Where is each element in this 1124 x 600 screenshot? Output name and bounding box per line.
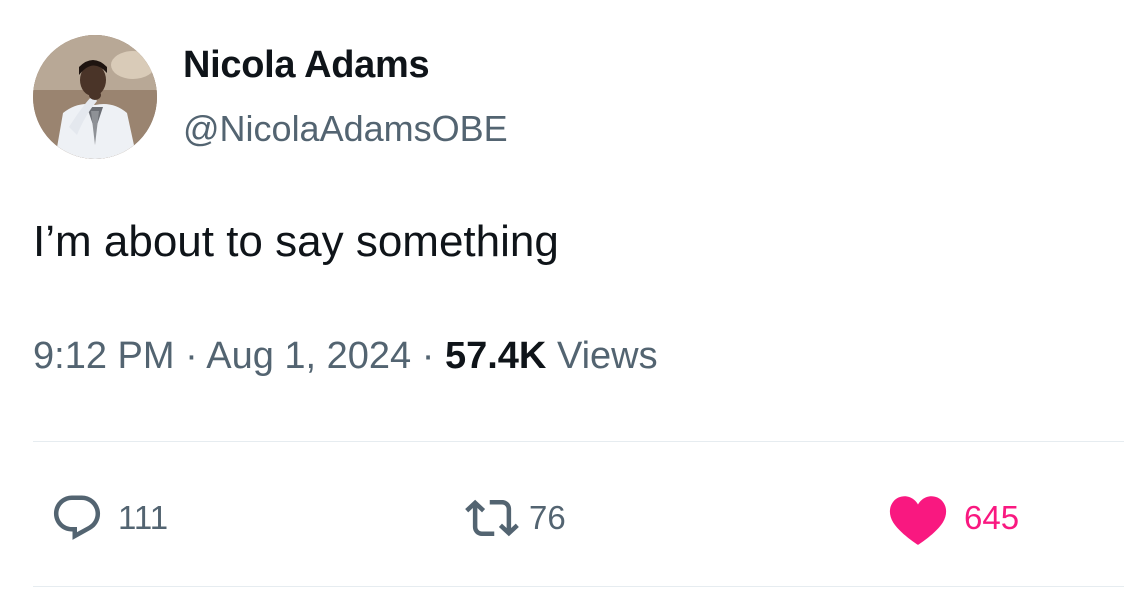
author-display-name[interactable]: Nicola Adams	[183, 44, 430, 87]
author-handle[interactable]: @NicolaAdamsOBE	[183, 108, 508, 150]
avatar-image	[33, 35, 157, 159]
reply-count: 111	[118, 499, 169, 536]
tweet-meta: 9:12 PM · Aug 1, 2024 · 57.4K Views	[33, 335, 658, 378]
tweet-date[interactable]: Aug 1, 2024	[206, 335, 411, 377]
heart-icon	[886, 489, 950, 547]
reply-icon	[50, 491, 104, 545]
divider	[33, 441, 1124, 442]
meta-separator: ·	[185, 335, 198, 377]
divider	[33, 586, 1124, 587]
like-count: 645	[964, 499, 1020, 536]
tweet-text: I’m about to say something	[33, 217, 559, 266]
meta-separator: ·	[421, 335, 435, 377]
tweet-time[interactable]: 9:12 PM	[33, 335, 175, 377]
views-label: Views	[556, 335, 658, 377]
avatar[interactable]	[33, 35, 157, 159]
like-button[interactable]: 645	[886, 488, 1019, 548]
reply-button[interactable]: 111	[50, 488, 168, 548]
retweet-count: 76	[529, 499, 566, 536]
retweet-button[interactable]: 76	[463, 488, 566, 548]
retweet-icon	[463, 491, 521, 545]
views-count: 57.4K	[444, 335, 547, 377]
